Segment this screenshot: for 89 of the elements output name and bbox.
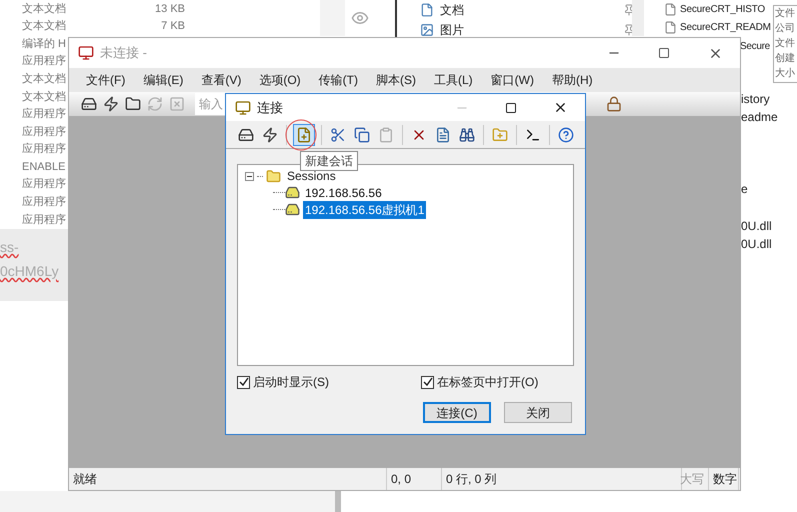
file-type: 应用程序: [22, 212, 66, 228]
maximize-icon[interactable]: [658, 47, 670, 59]
folder-icon: [266, 168, 281, 184]
image-icon: [420, 23, 434, 37]
binoculars-icon[interactable]: [459, 126, 475, 142]
status-text: 就绪: [73, 471, 97, 488]
document-icon: [420, 3, 434, 17]
status-text: 大写: [680, 471, 704, 488]
scrollbar[interactable]: [632, 0, 644, 36]
status-text: 0 行, 0 列: [446, 471, 497, 488]
checkbox[interactable]: [421, 376, 434, 388]
pin-icon[interactable]: [623, 24, 635, 36]
window-title: 未连接 -: [100, 44, 148, 62]
file-name[interactable]: 0U.dll: [741, 235, 778, 253]
lock-icon[interactable]: [606, 96, 622, 112]
tree-item[interactable]: 192.168.56.56: [303, 184, 384, 202]
checkbox-label[interactable]: 在标签页中打开(O): [437, 373, 538, 391]
dialog-button[interactable]: 连接(C): [423, 402, 491, 423]
session-icon: [285, 202, 300, 217]
file-type: 文本文档: [22, 18, 66, 34]
file-type: ENABLE: [22, 160, 66, 175]
menu-item[interactable]: 工具(L): [434, 71, 473, 89]
file-name[interactable]: istory: [741, 90, 778, 108]
menu-item[interactable]: 选项(O): [259, 71, 301, 89]
file-name[interactable]: e: [741, 180, 778, 198]
lightning-icon[interactable]: [262, 126, 278, 142]
help-icon[interactable]: [558, 126, 574, 142]
menu-item[interactable]: 帮助(H): [552, 71, 593, 89]
file-size: 13 KB: [154, 2, 185, 17]
editor-text: ss-: [0, 238, 20, 257]
session-icon: [285, 185, 300, 200]
menu-item[interactable]: 传输(T): [318, 71, 358, 89]
folder-icon[interactable]: [125, 96, 141, 112]
tooltip-text: 创建: [775, 52, 796, 66]
tooltip-text: 文件: [775, 36, 796, 51]
highlight-circle: [285, 119, 317, 151]
collapse-toggle[interactable]: [245, 172, 254, 180]
file-type: 应用程序: [22, 194, 66, 210]
menu-item[interactable]: 查看(V): [201, 71, 242, 89]
scissors-icon[interactable]: [330, 126, 346, 142]
close-icon[interactable]: [553, 100, 568, 115]
file-icon: [664, 2, 677, 16]
file-name[interactable]: 0U.dll: [741, 217, 778, 235]
menu-item[interactable]: 窗口(W): [490, 71, 534, 89]
editor-text: 0cHM6Ly: [0, 262, 60, 281]
scrollbar[interactable]: [320, 0, 345, 36]
maximize-icon[interactable]: [505, 102, 517, 114]
copy-icon[interactable]: [354, 126, 370, 142]
nav-item[interactable]: 图片: [440, 21, 617, 39]
tooltip-text: 大小: [775, 66, 796, 81]
dialog-title: 连接: [257, 98, 284, 117]
tooltip-text: 公司: [775, 22, 796, 36]
app-icon: [235, 100, 251, 116]
terminal-icon[interactable]: [525, 126, 541, 142]
menu-item[interactable]: 脚本(S): [376, 71, 416, 89]
tree-item[interactable]: Sessions: [287, 167, 336, 185]
file-type: 应用程序: [22, 124, 66, 140]
file-name[interactable]: SecureCRT_HISTO: [680, 2, 765, 17]
file-type: 应用程序: [22, 176, 66, 192]
status-text: 数字: [713, 471, 737, 488]
file-type: 文本文档: [22, 2, 66, 17]
file-type: 应用程序: [22, 142, 66, 158]
menu-item[interactable]: 文件(F): [86, 71, 126, 89]
tree-item[interactable]: 192.168.56.56虚拟机1: [303, 200, 426, 218]
file-icon: [664, 21, 677, 34]
nav-item[interactable]: 文档: [440, 1, 617, 19]
checkbox-label[interactable]: 启动时显示(S): [253, 373, 329, 391]
file-type: 文本文档: [22, 72, 66, 87]
file-name[interactable]: SecureCRT_READM: [680, 20, 771, 36]
file-type: 应用程序: [22, 54, 66, 70]
file-name[interactable]: Secure: [740, 39, 770, 54]
file-name[interactable]: eadme: [741, 108, 778, 126]
file-size: 7 KB: [160, 19, 185, 34]
pin-icon[interactable]: [623, 4, 635, 16]
menu-item[interactable]: 编辑(E): [143, 71, 184, 89]
status-text: 0, 0: [391, 471, 412, 488]
file-type: 编译的 H: [22, 36, 66, 52]
lightning-icon[interactable]: [103, 96, 119, 112]
file-type: 文本文档: [22, 90, 66, 105]
drive-icon[interactable]: [238, 126, 254, 142]
tooltip-text: 文件: [775, 6, 796, 21]
dialog-button[interactable]: 关闭: [504, 402, 572, 423]
file-type: 应用程序: [22, 106, 66, 122]
document-icon[interactable]: [435, 126, 451, 142]
tooltip-text: 新建会话: [305, 153, 353, 170]
checkbox[interactable]: [237, 376, 250, 388]
app-icon: [78, 45, 94, 61]
drive-icon[interactable]: [81, 96, 97, 112]
scrollbar[interactable]: [335, 491, 341, 512]
